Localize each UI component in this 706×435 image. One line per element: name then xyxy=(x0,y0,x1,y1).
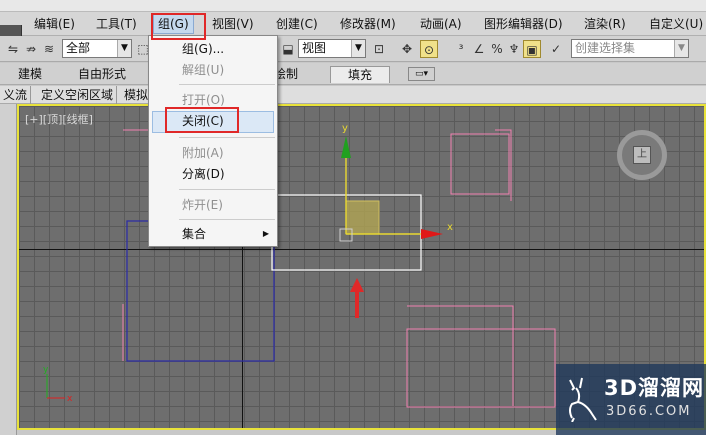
red-annotation-arrow-icon xyxy=(350,278,364,318)
gizmo-y-label: y xyxy=(342,123,348,134)
menu-item-ungroup[interactable]: 解组(U) xyxy=(149,60,277,80)
gizmo-y-arrow-icon xyxy=(341,136,351,158)
menu-separator xyxy=(179,137,275,138)
chevron-down-icon: ▼ xyxy=(351,40,365,57)
select-manipulate-icon[interactable]: ✥ xyxy=(398,40,416,58)
reference-coord-value: 视图 xyxy=(302,41,327,55)
spinner-snap-icon[interactable]: ♆ xyxy=(505,40,523,58)
menu-edit[interactable]: 编辑(E) xyxy=(30,15,79,33)
edit-named-selection-icon[interactable]: ▣ xyxy=(523,40,541,58)
menu-item-assembly-label: 集合 xyxy=(182,227,207,241)
group-dropdown-menu: 组(G)... 解组(U) 打开(O) 关闭(C) 附加(A) 分离(D) 炸开… xyxy=(148,35,278,247)
menu-item-explode[interactable]: 炸开(E) xyxy=(149,195,277,215)
menu-create[interactable]: 创建(C) xyxy=(272,15,322,33)
tab-modeling[interactable]: 建模 xyxy=(12,66,48,83)
tab-freeform[interactable]: 自由形式 xyxy=(72,66,132,83)
angle-snap-icon[interactable]: ∠ xyxy=(470,40,488,58)
menu-bar: 编辑(E) 工具(T) 组(G) 视图(V) 创建(C) 修改器(M) 动画(A… xyxy=(0,12,706,47)
menu-item-attach[interactable]: 附加(A) xyxy=(149,143,277,163)
left-command-strip xyxy=(0,104,17,435)
pink-shape-bottom-right-outer xyxy=(407,305,514,406)
title-strip xyxy=(0,0,706,12)
pink-rect-right xyxy=(450,133,510,195)
viewcube[interactable]: 上 xyxy=(617,130,667,180)
keyboard-shortcut-override-icon[interactable]: ⊙ xyxy=(420,40,438,58)
gizmo-x-arrow-icon xyxy=(421,229,443,239)
pivot-center-icon[interactable]: ⊡ xyxy=(370,40,388,58)
graphite-ribbon: 建模 自由形式 绘制 填充 ▭▾ xyxy=(0,63,706,85)
selection-filter-value: 全部 xyxy=(66,41,91,55)
annotation-box-group-menu xyxy=(151,13,206,40)
menu-item-assembly[interactable]: 集合 ▶ xyxy=(149,224,277,244)
menu-separator xyxy=(179,189,275,190)
subtab-define-idle-areas[interactable]: 定义空闲区域 xyxy=(38,86,118,104)
menu-separator xyxy=(179,84,275,85)
unlink-icon[interactable]: ⇏ xyxy=(22,40,40,58)
viewcube-top-face[interactable]: 上 xyxy=(633,146,651,164)
watermark-domain: 3D66.COM xyxy=(606,404,692,419)
tab-populate[interactable]: 填充 xyxy=(330,66,390,83)
link-icon[interactable]: ⇋ xyxy=(4,40,22,58)
main-toolbar: ⇋ ⇏ ≋ 全部 ▼ ⬚ ⬓ 视图 ▼ ⊡ ✥ ⊙ ³ ∠ % ♆ ▣ ✓ 创建… xyxy=(0,36,706,62)
watermark-brand: 3D溜溜网 xyxy=(604,376,705,400)
scale-icon[interactable]: ⬓ xyxy=(279,40,297,58)
chevron-right-icon: ▶ xyxy=(262,229,269,238)
selection-filter-dropdown[interactable]: 全部 ▼ xyxy=(62,39,132,58)
ribbon-options-icon[interactable]: ▭▾ xyxy=(408,67,436,81)
menu-rendering[interactable]: 渲染(R) xyxy=(580,15,630,33)
abc-spell-icon[interactable]: ✓ xyxy=(547,40,565,58)
watermark: 3D溜溜网 3D66.COM xyxy=(556,364,706,435)
tripod-y-label: y xyxy=(43,365,49,375)
chevron-down-icon: ▼ xyxy=(674,40,688,57)
gizmo-x-label: x xyxy=(447,222,453,233)
chevron-down-icon: ▼ xyxy=(117,40,131,57)
menu-views[interactable]: 视图(V) xyxy=(208,15,258,33)
reference-coord-dropdown[interactable]: 视图 ▼ xyxy=(298,39,366,58)
menu-item-group[interactable]: 组(G)... xyxy=(149,39,277,59)
menu-modifiers[interactable]: 修改器(M) xyxy=(336,15,400,33)
menu-animation[interactable]: 动画(A) xyxy=(416,15,466,33)
menu-graph-editors[interactable]: 图形编辑器(D) xyxy=(480,15,567,33)
pink-shape-left-top xyxy=(123,129,150,176)
annotation-box-close-item xyxy=(165,107,239,133)
bind-spacewarp-icon[interactable]: ≋ xyxy=(40,40,58,58)
named-selection-sets-input[interactable]: 创建选择集 ▼ xyxy=(571,39,689,58)
subtab-define-flows[interactable]: 义流 xyxy=(0,86,32,104)
tripod-x-label: x xyxy=(67,394,73,404)
snap-3d-icon[interactable]: ³ xyxy=(452,40,470,58)
pink-rect-bottom-right xyxy=(406,328,556,408)
percent-snap-icon[interactable]: % xyxy=(488,40,506,58)
populate-subtabs: 义流 定义空闲区域 模拟 xyxy=(0,86,706,104)
deer-logo-icon xyxy=(569,377,597,422)
menu-separator xyxy=(179,219,275,220)
menu-tools[interactable]: 工具(T) xyxy=(92,15,141,33)
menu-item-detach[interactable]: 分离(D) xyxy=(149,164,277,184)
menu-customize[interactable]: 自定义(U) xyxy=(645,15,706,33)
named-selection-placeholder: 创建选择集 xyxy=(575,41,636,55)
